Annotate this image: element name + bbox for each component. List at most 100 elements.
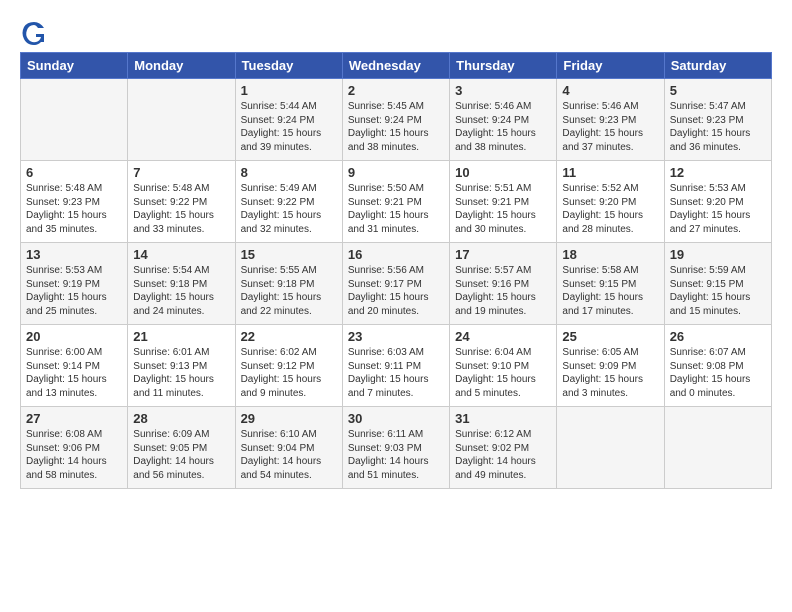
day-info: Sunrise: 6:07 AM Sunset: 9:08 PM Dayligh… (670, 346, 766, 400)
day-number: 28 (133, 411, 229, 426)
calendar-cell (557, 407, 664, 489)
calendar-cell: 31Sunrise: 6:12 AM Sunset: 9:02 PM Dayli… (450, 407, 557, 489)
calendar-cell: 23 Sunrise: 6:03 AM Sunset: 9:11 PM Dayli… (342, 325, 449, 407)
calendar-cell: 30 Sunrise: 6:11 AM Sunset: 9:03 PM Dayli… (342, 407, 449, 489)
day-number: 8 (241, 165, 337, 180)
calendar-cell: 21 Sunrise: 6:01 AM Sunset: 9:13 PM Dayli… (128, 325, 235, 407)
calendar-cell: 20 Sunrise: 6:00 AM Sunset: 9:14 PM Dayli… (21, 325, 128, 407)
day-info: Sunrise: 6:00 AM Sunset: 9:14 PM Dayligh… (26, 346, 122, 400)
day-info: Sunrise: 6:01 AM Sunset: 9:13 PM Dayligh… (133, 346, 229, 400)
day-number: 6 (26, 165, 122, 180)
calendar-cell: 29Sunrise: 6:10 AM Sunset: 9:04 PM Dayli… (235, 407, 342, 489)
day-info: Sunrise: 6:12 AM Sunset: 9:02 PM Dayligh… (455, 428, 551, 482)
calendar-day-header: Monday (128, 53, 235, 79)
day-info: Sunrise: 5:44 AM Sunset: 9:24 PM Dayligh… (241, 100, 337, 154)
calendar-cell (21, 79, 128, 161)
day-number: 20 (26, 329, 122, 344)
calendar-cell: 8 Sunrise: 5:49 AM Sunset: 9:22 PM Daylig… (235, 161, 342, 243)
calendar-day-header: Tuesday (235, 53, 342, 79)
calendar-cell: 24Sunrise: 6:04 AM Sunset: 9:10 PM Dayli… (450, 325, 557, 407)
day-info: Sunrise: 5:55 AM Sunset: 9:18 PM Dayligh… (241, 264, 337, 318)
day-info: Sunrise: 5:45 AM Sunset: 9:24 PM Dayligh… (348, 100, 444, 154)
day-number: 29 (241, 411, 337, 426)
day-info: Sunrise: 6:08 AM Sunset: 9:06 PM Dayligh… (26, 428, 122, 482)
calendar-cell: 15Sunrise: 5:55 AM Sunset: 9:18 PM Dayli… (235, 243, 342, 325)
calendar-cell: 10 Sunrise: 5:51 AM Sunset: 9:21 PM Dayli… (450, 161, 557, 243)
day-number: 7 (133, 165, 229, 180)
day-number: 24 (455, 329, 551, 344)
calendar-cell: 1 Sunrise: 5:44 AM Sunset: 9:24 PM Daylig… (235, 79, 342, 161)
day-number: 17 (455, 247, 551, 262)
calendar-cell (664, 407, 771, 489)
calendar-day-header: Friday (557, 53, 664, 79)
calendar-cell: 5Sunrise: 5:47 AM Sunset: 9:23 PM Daylig… (664, 79, 771, 161)
calendar-cell: 22 Sunrise: 6:02 AM Sunset: 9:12 PM Dayli… (235, 325, 342, 407)
calendar-week-row: 27 Sunrise: 6:08 AM Sunset: 9:06 PM Dayli… (21, 407, 772, 489)
day-number: 21 (133, 329, 229, 344)
calendar-cell: 18Sunrise: 5:58 AM Sunset: 9:15 PM Dayli… (557, 243, 664, 325)
calendar-cell: 9 Sunrise: 5:50 AM Sunset: 9:21 PM Daylig… (342, 161, 449, 243)
calendar-cell: 11 Sunrise: 5:52 AM Sunset: 9:20 PM Dayli… (557, 161, 664, 243)
calendar-cell: 12 Sunrise: 5:53 AM Sunset: 9:20 PM Dayli… (664, 161, 771, 243)
day-info: Sunrise: 5:51 AM Sunset: 9:21 PM Dayligh… (455, 182, 551, 236)
calendar-day-header: Saturday (664, 53, 771, 79)
calendar-cell: 2 Sunrise: 5:45 AM Sunset: 9:24 PM Daylig… (342, 79, 449, 161)
day-number: 5 (670, 83, 766, 98)
calendar-day-header: Thursday (450, 53, 557, 79)
calendar-cell: 6 Sunrise: 5:48 AM Sunset: 9:23 PM Daylig… (21, 161, 128, 243)
calendar: SundayMondayTuesdayWednesdayThursdayFrid… (20, 52, 772, 489)
calendar-cell: 25Sunrise: 6:05 AM Sunset: 9:09 PM Dayli… (557, 325, 664, 407)
day-number: 2 (348, 83, 444, 98)
day-number: 30 (348, 411, 444, 426)
calendar-day-header: Wednesday (342, 53, 449, 79)
calendar-cell: 17 Sunrise: 5:57 AM Sunset: 9:16 PM Dayli… (450, 243, 557, 325)
day-number: 16 (348, 247, 444, 262)
logo-icon (20, 18, 48, 46)
calendar-cell: 3 Sunrise: 5:46 AM Sunset: 9:24 PM Daylig… (450, 79, 557, 161)
day-number: 27 (26, 411, 122, 426)
calendar-cell (128, 79, 235, 161)
calendar-cell: 28 Sunrise: 6:09 AM Sunset: 9:05 PM Dayli… (128, 407, 235, 489)
day-number: 4 (562, 83, 658, 98)
day-info: Sunrise: 6:11 AM Sunset: 9:03 PM Dayligh… (348, 428, 444, 482)
day-number: 10 (455, 165, 551, 180)
day-info: Sunrise: 5:52 AM Sunset: 9:20 PM Dayligh… (562, 182, 658, 236)
day-info: Sunrise: 5:53 AM Sunset: 9:20 PM Dayligh… (670, 182, 766, 236)
calendar-cell: 26Sunrise: 6:07 AM Sunset: 9:08 PM Dayli… (664, 325, 771, 407)
calendar-cell: 19Sunrise: 5:59 AM Sunset: 9:15 PM Dayli… (664, 243, 771, 325)
day-info: Sunrise: 5:59 AM Sunset: 9:15 PM Dayligh… (670, 264, 766, 318)
header (20, 18, 772, 46)
day-number: 12 (670, 165, 766, 180)
day-info: Sunrise: 5:46 AM Sunset: 9:24 PM Dayligh… (455, 100, 551, 154)
calendar-header-row: SundayMondayTuesdayWednesdayThursdayFrid… (21, 53, 772, 79)
day-info: Sunrise: 5:56 AM Sunset: 9:17 PM Dayligh… (348, 264, 444, 318)
day-info: Sunrise: 5:48 AM Sunset: 9:23 PM Dayligh… (26, 182, 122, 236)
calendar-week-row: 6 Sunrise: 5:48 AM Sunset: 9:23 PM Daylig… (21, 161, 772, 243)
page: SundayMondayTuesdayWednesdayThursdayFrid… (0, 0, 792, 612)
day-info: Sunrise: 6:02 AM Sunset: 9:12 PM Dayligh… (241, 346, 337, 400)
calendar-cell: 7 Sunrise: 5:48 AM Sunset: 9:22 PM Daylig… (128, 161, 235, 243)
logo (20, 18, 51, 46)
day-number: 1 (241, 83, 337, 98)
day-info: Sunrise: 5:57 AM Sunset: 9:16 PM Dayligh… (455, 264, 551, 318)
day-number: 9 (348, 165, 444, 180)
day-info: Sunrise: 5:48 AM Sunset: 9:22 PM Dayligh… (133, 182, 229, 236)
day-info: Sunrise: 6:09 AM Sunset: 9:05 PM Dayligh… (133, 428, 229, 482)
day-info: Sunrise: 5:53 AM Sunset: 9:19 PM Dayligh… (26, 264, 122, 318)
calendar-cell: 27 Sunrise: 6:08 AM Sunset: 9:06 PM Dayli… (21, 407, 128, 489)
day-info: Sunrise: 5:49 AM Sunset: 9:22 PM Dayligh… (241, 182, 337, 236)
day-number: 18 (562, 247, 658, 262)
day-info: Sunrise: 6:03 AM Sunset: 9:11 PM Dayligh… (348, 346, 444, 400)
day-number: 11 (562, 165, 658, 180)
day-number: 13 (26, 247, 122, 262)
calendar-cell: 16 Sunrise: 5:56 AM Sunset: 9:17 PM Dayli… (342, 243, 449, 325)
day-info: Sunrise: 5:50 AM Sunset: 9:21 PM Dayligh… (348, 182, 444, 236)
calendar-cell: 14Sunrise: 5:54 AM Sunset: 9:18 PM Dayli… (128, 243, 235, 325)
day-number: 22 (241, 329, 337, 344)
day-number: 25 (562, 329, 658, 344)
calendar-week-row: 20 Sunrise: 6:00 AM Sunset: 9:14 PM Dayli… (21, 325, 772, 407)
day-number: 3 (455, 83, 551, 98)
day-info: Sunrise: 5:54 AM Sunset: 9:18 PM Dayligh… (133, 264, 229, 318)
calendar-cell: 4Sunrise: 5:46 AM Sunset: 9:23 PM Daylig… (557, 79, 664, 161)
day-number: 23 (348, 329, 444, 344)
